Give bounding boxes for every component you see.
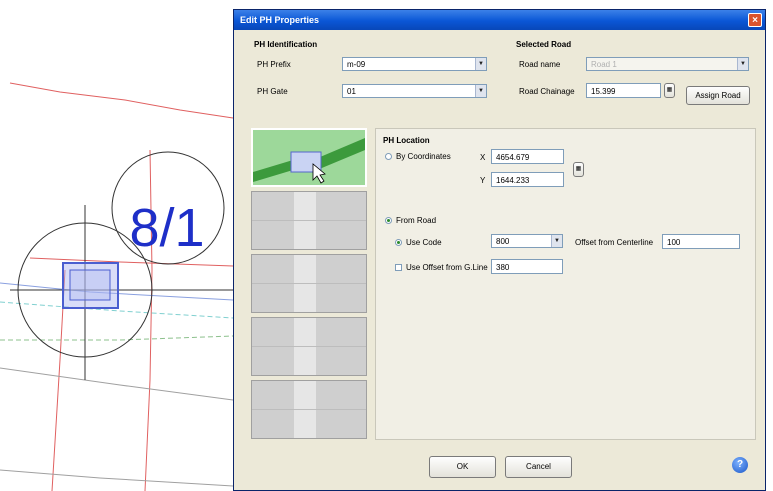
pick-icon: ▦ [575,166,582,172]
pick-icon: ▦ [666,87,673,93]
road-name-label: Road name [519,60,561,69]
ph-gate-value: 01 [347,87,356,96]
close-button[interactable]: × [748,13,762,27]
from-road-label: From Road [396,216,437,225]
by-coordinates-radio[interactable] [385,153,392,160]
road-line-gray [0,469,234,487]
help-icon: ? [736,459,744,470]
by-coordinates-label: By Coordinates [396,152,451,161]
from-road-radio[interactable] [385,217,392,224]
road-name-value: Road 1 [591,60,617,69]
ph-identification-group-label: PH Identification [254,40,318,49]
ok-button[interactable]: OK [429,456,496,478]
use-offset-checkbox[interactable] [395,264,402,271]
y-label: Y [480,176,486,185]
ph-gate-combo[interactable]: 01 ▼ [342,84,487,98]
chevron-down-icon[interactable]: ▼ [475,85,486,97]
road-line-gray [0,367,234,401]
ph-type-thumbnail-5[interactable] [251,380,367,439]
chainage-pick-button[interactable]: ▦ [664,83,675,98]
ph-prefix-value: m-09 [347,60,366,69]
y-coordinate-value: 1644.233 [496,176,530,185]
road-line-red [29,257,234,267]
help-button[interactable]: ? [732,457,748,473]
use-offset-label: Use Offset from G.Line [406,263,488,272]
ph-location-panel: PH Location By Coordinates X 4654.679 Y … [375,128,756,440]
use-code-radio[interactable] [395,239,402,246]
y-coordinate-input[interactable]: 1644.233 [491,172,564,187]
chevron-down-icon[interactable]: ▼ [737,58,748,70]
offset-from-centerline-label: Offset from Centerline [575,238,654,247]
chevron-down-icon[interactable]: ▼ [551,235,562,247]
ph-type-thumbnail-3[interactable] [251,254,367,313]
road-line-green [0,335,234,341]
x-coordinate-input[interactable]: 4654.679 [491,149,564,164]
chevron-down-icon[interactable]: ▼ [475,58,486,70]
x-label: X [480,153,486,162]
x-coordinate-value: 4654.679 [496,153,530,162]
cancel-button[interactable]: Cancel [505,456,572,478]
ph-type-thumbnail-4[interactable] [251,317,367,376]
road-chainage-input[interactable]: 15.399 [586,83,661,98]
road-chainage-value: 15.399 [591,87,616,96]
ph-gate-label: PH Gate [257,87,288,96]
edit-ph-properties-dialog: Edit PH Properties × PH Identification P… [233,9,766,491]
dialog-title: Edit PH Properties [240,15,320,25]
offset-from-centerline-value: 100 [667,238,681,247]
road-line-red [9,82,234,119]
offset-from-centerline-input[interactable]: 100 [662,234,740,249]
ph-type-thumbnail-2[interactable] [251,191,367,250]
use-code-value: 800 [496,237,510,246]
ph-prefix-combo[interactable]: m-09 ▼ [342,57,487,71]
road-name-combo[interactable]: Road 1 ▼ [586,57,749,71]
use-offset-value: 380 [496,263,510,272]
road-chainage-label: Road Chainage [519,87,575,96]
pick-coordinates-button[interactable]: ▦ [573,162,584,177]
ph-location-group-label: PH Location [383,136,430,145]
selected-road-group-label: Selected Road [516,40,572,49]
selected-ph-box-inner [69,269,111,301]
assign-road-button[interactable]: Assign Road [686,86,750,105]
ph-prefix-label: PH Prefix [257,60,291,69]
dialog-title-bar[interactable]: Edit PH Properties × [234,10,765,30]
use-offset-input[interactable]: 380 [491,259,563,274]
close-icon: × [752,15,758,26]
ph-type-preview-icon [253,138,365,184]
use-code-label: Use Code [406,238,442,247]
node-label: 8/1 [129,198,204,258]
use-code-combo[interactable]: 800 ▼ [491,234,563,248]
ph-type-thumbnail-1[interactable] [251,128,367,187]
